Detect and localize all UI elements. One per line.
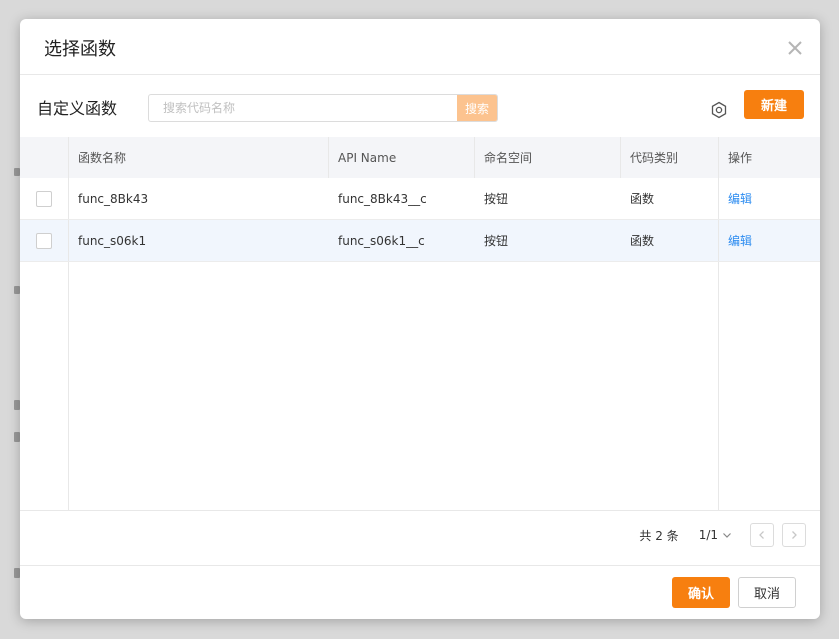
column-header-name: 函数名称 — [68, 137, 328, 178]
table-row[interactable]: func_8Bk43 func_8Bk43__c 按钮 函数 编辑 — [20, 178, 820, 220]
row-checkbox-cell — [20, 178, 68, 219]
column-divider — [68, 262, 69, 511]
page-indicator: 1/1 — [698, 528, 718, 542]
toolbar: 自定义函数 搜索 新建 — [20, 75, 820, 137]
dialog-footer: 确认 取消 — [20, 565, 820, 619]
close-icon[interactable] — [786, 39, 804, 57]
actions-cell: 编辑 — [718, 220, 820, 261]
edit-link[interactable]: 编辑 — [728, 232, 752, 249]
table-header: 函数名称 API Name 命名空间 代码类别 操作 — [20, 137, 820, 178]
search-input[interactable] — [149, 95, 457, 121]
table-empty-area — [20, 262, 820, 511]
column-header-api-name: API Name — [328, 137, 474, 178]
section-title: 自定义函数 — [37, 99, 118, 118]
chevron-down-icon — [723, 533, 731, 538]
page-selector[interactable]: 1/1 — [699, 528, 732, 542]
search-box: 搜索 — [148, 94, 498, 122]
column-header-code-type: 代码类别 — [620, 137, 718, 178]
row-checkbox[interactable] — [36, 232, 52, 249]
column-header-actions: 操作 — [718, 137, 820, 178]
code-type-cell: 函数 — [630, 192, 655, 206]
api-name-cell: func_8Bk43__c — [338, 191, 427, 206]
function-name-cell: func_s06k1 — [68, 220, 328, 261]
pagination-total: 共 2 条 — [639, 528, 679, 543]
prev-page-button[interactable] — [750, 523, 774, 547]
api-name-cell: func_s06k1__c — [338, 233, 425, 248]
dialog-header: 选择函数 — [20, 19, 820, 75]
confirm-button[interactable]: 确认 — [672, 577, 730, 608]
column-header-namespace: 命名空间 — [474, 137, 620, 178]
new-button[interactable]: 新建 — [744, 90, 804, 119]
actions-cell: 编辑 — [718, 178, 820, 219]
function-table: 函数名称 API Name 命名空间 代码类别 操作 func_8Bk43 fu… — [20, 137, 820, 511]
function-name-cell: func_8Bk43 — [68, 178, 328, 219]
code-type-cell: 函数 — [630, 234, 655, 248]
column-divider — [718, 262, 719, 511]
edit-link[interactable]: 编辑 — [728, 190, 752, 207]
next-page-button[interactable] — [782, 523, 806, 547]
chevron-left-icon — [759, 531, 764, 539]
cancel-button[interactable]: 取消 — [738, 577, 796, 608]
settings-icon[interactable] — [710, 101, 728, 119]
search-button[interactable]: 搜索 — [457, 95, 497, 121]
chevron-right-icon — [792, 531, 797, 539]
namespace-cell: 按钮 — [484, 192, 509, 206]
header-checkbox-cell — [20, 137, 68, 178]
namespace-cell: 按钮 — [484, 234, 509, 248]
table-row[interactable]: func_s06k1 func_s06k1__c 按钮 函数 编辑 — [20, 220, 820, 262]
row-checkbox[interactable] — [36, 190, 52, 207]
select-function-dialog: 选择函数 自定义函数 搜索 新建 函数名称 API Name 命名空间 代码类别… — [20, 19, 820, 619]
row-checkbox-cell — [20, 220, 68, 261]
dialog-title: 选择函数 — [44, 39, 116, 60]
table-bottom-border — [20, 510, 820, 511]
pagination: 共 2 条 1/1 — [639, 522, 806, 548]
